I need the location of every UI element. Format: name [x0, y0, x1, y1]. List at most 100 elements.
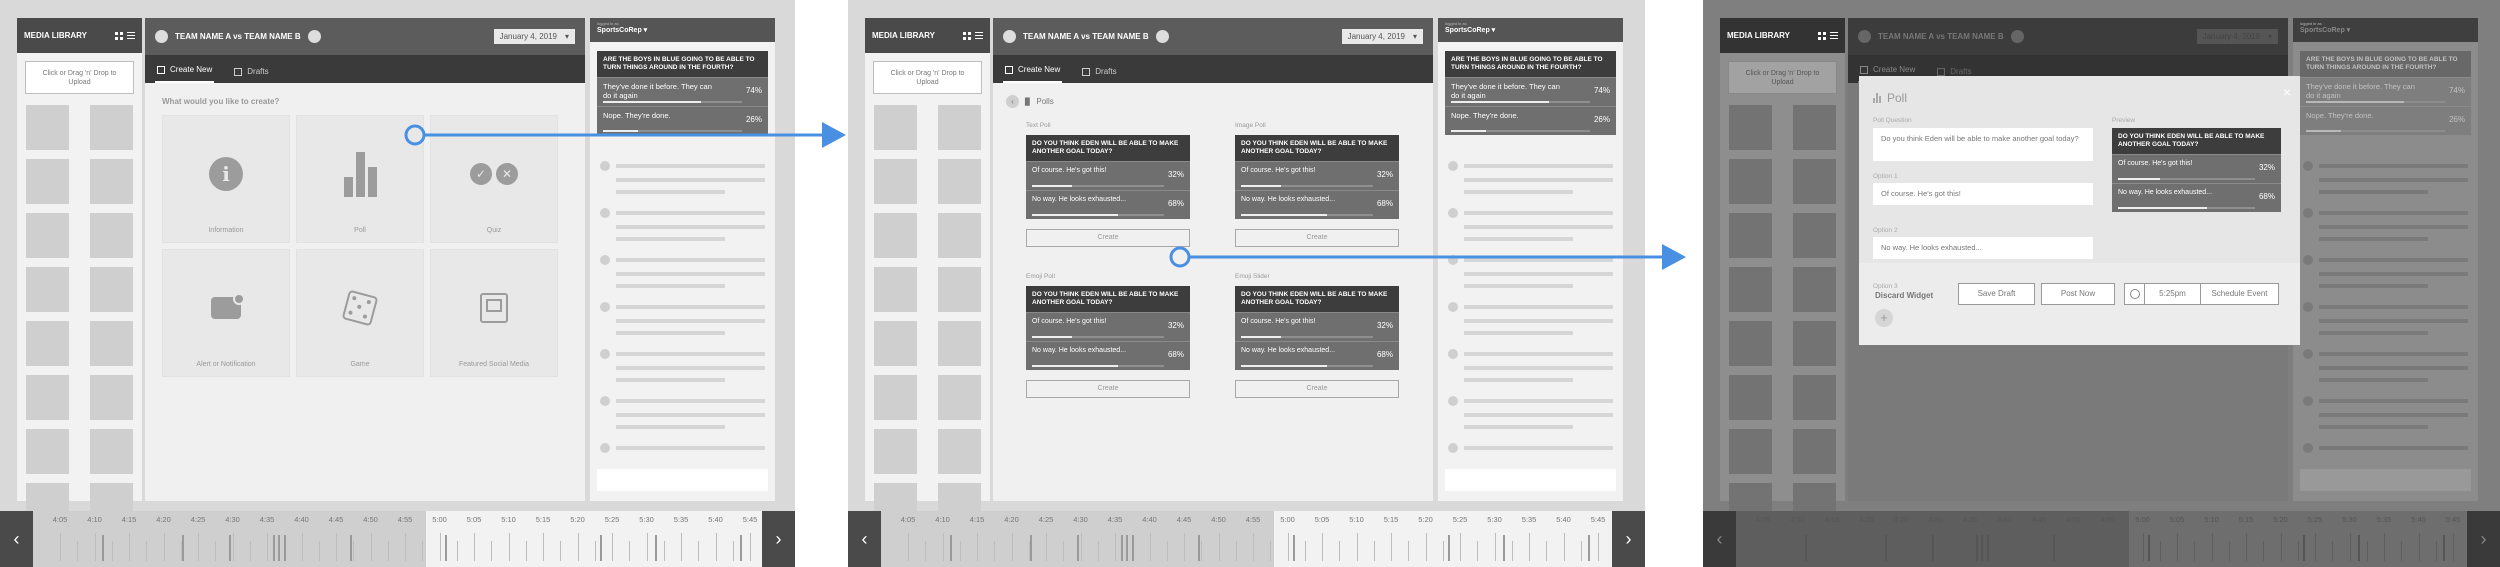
timeline-event-marker[interactable] [1132, 535, 1134, 561]
timeline-event-marker[interactable] [2443, 535, 2445, 561]
media-thumbnail[interactable] [938, 105, 981, 150]
timeline-event-marker[interactable] [350, 535, 352, 561]
media-thumbnail[interactable] [26, 213, 69, 258]
media-thumbnail[interactable] [1793, 159, 1836, 204]
media-thumbnail[interactable] [90, 267, 133, 312]
card-information[interactable]: i Information [162, 115, 290, 243]
account-menu[interactable]: SportsCoRep ▾ [1445, 27, 1495, 34]
media-thumbnail[interactable] [1793, 267, 1836, 312]
timeline-event-marker[interactable] [1981, 535, 1983, 561]
list-view-icon[interactable] [1830, 32, 1838, 39]
media-thumbnail[interactable] [874, 159, 917, 204]
close-icon[interactable]: × [2283, 84, 2291, 100]
add-option-button[interactable]: + [1875, 309, 1893, 327]
timeline-event-marker[interactable] [950, 535, 952, 561]
media-thumbnail[interactable] [90, 321, 133, 366]
media-thumbnail[interactable] [26, 429, 69, 474]
card-featured-social[interactable]: Featured Social Media [430, 249, 558, 377]
option2-input[interactable]: No way. He looks exhausted... [1873, 237, 2093, 259]
timeline-event-marker[interactable] [278, 535, 280, 561]
clock-icon[interactable] [2125, 284, 2145, 304]
timeline-event-marker[interactable] [1503, 535, 1505, 561]
timeline-prev-button[interactable]: ‹ [1703, 511, 1736, 567]
feed-input[interactable] [597, 469, 768, 491]
upload-dropzone[interactable]: Click or Drag 'n' Drop to Upload [1728, 61, 1837, 94]
media-thumbnail[interactable] [26, 159, 69, 204]
grid-view-icon[interactable] [1818, 31, 1826, 40]
feed-input[interactable] [1445, 469, 1616, 491]
back-to-polls[interactable]: ‹ ▉ Polls [1006, 95, 1433, 108]
timeline-event-marker[interactable] [1805, 535, 1807, 561]
media-thumbnail[interactable] [90, 105, 133, 150]
media-thumbnail[interactable] [26, 267, 69, 312]
account-menu[interactable]: SportsCoRep ▾ [2300, 27, 2350, 34]
media-thumbnail[interactable] [938, 159, 981, 204]
timeline-event-marker[interactable] [2303, 535, 2305, 561]
timeline-event-marker[interactable] [2053, 535, 2055, 561]
grid-view-icon[interactable] [115, 31, 123, 40]
timeline-event-marker[interactable] [1077, 535, 1079, 561]
media-thumbnail[interactable] [1793, 429, 1836, 474]
schedule-time-input[interactable]: 5:25pm [2145, 284, 2201, 304]
option1-input[interactable]: Of course. He's got this! [1873, 183, 2093, 205]
save-draft-button[interactable]: Save Draft [1958, 283, 2035, 305]
media-thumbnail[interactable] [90, 159, 133, 204]
feed-input[interactable] [2300, 469, 2471, 491]
media-thumbnail[interactable] [938, 375, 981, 420]
tab-drafts[interactable]: Drafts [1080, 67, 1118, 83]
timeline-event-marker[interactable] [1885, 535, 1887, 561]
timeline-event-marker[interactable] [182, 535, 184, 561]
tab-create-new[interactable]: Create New [1003, 65, 1063, 83]
post-now-button[interactable]: Post Now [2041, 283, 2115, 305]
timeline-event-marker[interactable] [1976, 535, 1978, 561]
media-thumbnail[interactable] [1729, 159, 1772, 204]
timeline-event-marker[interactable] [1987, 535, 1989, 561]
create-poll-button[interactable]: Create [1235, 380, 1399, 398]
media-thumbnail[interactable] [90, 429, 133, 474]
create-poll-button[interactable]: Create [1026, 380, 1190, 398]
timeline-prev-button[interactable]: ‹ [848, 511, 881, 567]
media-thumbnail[interactable] [874, 429, 917, 474]
timeline-event-marker[interactable] [1121, 535, 1123, 561]
date-selector[interactable]: January 4, 2019 ▾ [1341, 29, 1423, 44]
tab-create-new[interactable]: Create New [155, 65, 215, 83]
poll-question-input[interactable]: Do you think Eden will be able to make a… [1873, 128, 2093, 161]
media-thumbnail[interactable] [26, 375, 69, 420]
timeline-event-marker[interactable] [1126, 535, 1128, 561]
upload-dropzone[interactable]: Click or Drag 'n' Drop to Upload [25, 61, 134, 94]
grid-view-icon[interactable] [963, 31, 971, 40]
media-thumbnail[interactable] [90, 375, 133, 420]
media-thumbnail[interactable] [1793, 375, 1836, 420]
timeline-event-marker[interactable] [445, 535, 447, 561]
media-thumbnail[interactable] [1793, 321, 1836, 366]
timeline-event-marker[interactable] [600, 535, 602, 561]
timeline-event-marker[interactable] [229, 535, 231, 561]
media-thumbnail[interactable] [1793, 213, 1836, 258]
list-view-icon[interactable] [127, 32, 135, 39]
timeline-event-marker[interactable] [2148, 535, 2150, 561]
media-thumbnail[interactable] [874, 267, 917, 312]
timeline-event-marker[interactable] [1588, 535, 1590, 561]
media-thumbnail[interactable] [938, 321, 981, 366]
media-thumbnail[interactable] [1729, 375, 1772, 420]
timeline-next-button[interactable]: › [1612, 511, 1645, 567]
media-thumbnail[interactable] [1729, 429, 1772, 474]
timeline-event-marker[interactable] [1198, 535, 1200, 561]
media-thumbnail[interactable] [874, 105, 917, 150]
account-menu[interactable]: SportsCoRep ▾ [597, 27, 647, 34]
upload-dropzone[interactable]: Click or Drag 'n' Drop to Upload [873, 61, 982, 94]
media-thumbnail[interactable] [874, 375, 917, 420]
media-thumbnail[interactable] [874, 321, 917, 366]
media-thumbnail[interactable] [1729, 267, 1772, 312]
timeline-event-marker[interactable] [1448, 535, 1450, 561]
media-thumbnail[interactable] [1729, 213, 1772, 258]
list-view-icon[interactable] [975, 32, 983, 39]
media-thumbnail[interactable] [1729, 105, 1772, 150]
media-thumbnail[interactable] [938, 267, 981, 312]
timeline-event-marker[interactable] [655, 535, 657, 561]
schedule-event-button[interactable]: Schedule Event [2201, 284, 2278, 304]
media-thumbnail[interactable] [938, 213, 981, 258]
timeline-next-button[interactable]: › [2467, 511, 2500, 567]
timeline-event-marker[interactable] [2358, 535, 2360, 561]
discard-widget-button[interactable]: Discard Widget [1875, 291, 1933, 300]
